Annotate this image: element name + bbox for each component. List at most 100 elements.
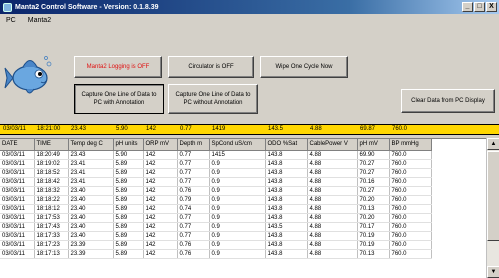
column-header[interactable]: Depth m xyxy=(177,139,210,151)
table-cell: 0.76 xyxy=(177,249,210,259)
table-cell: 4.88 xyxy=(307,159,358,169)
table-cell: 143.8 xyxy=(265,195,308,205)
table-cell: 760.0 xyxy=(389,240,432,250)
column-header[interactable]: DATE xyxy=(0,139,35,151)
menu-manta2[interactable]: Manta2 xyxy=(22,17,57,24)
status-ph: 5.90 xyxy=(116,126,128,132)
table-cell: 143.8 xyxy=(265,150,308,160)
table-row[interactable]: 03/03/11 18:18:12 23.40 5.89 142 0.74 0.9 143.8… xyxy=(0,204,432,214)
status-odo: 143.5 xyxy=(268,126,284,132)
table-cell: 142 xyxy=(143,204,178,214)
app-icon xyxy=(3,2,12,12)
menu-bar: PC Manta2 xyxy=(0,14,499,26)
column-header[interactable]: CablePower V xyxy=(307,139,358,151)
circulator-toggle-button[interactable]: Circulator is OFF xyxy=(168,56,254,78)
table-row[interactable]: 03/03/11 18:17:33 23.40 5.89 142 0.77 0.9 143.8… xyxy=(0,231,432,241)
menu-pc[interactable]: PC xyxy=(0,17,22,24)
table-cell: 23.43 xyxy=(68,150,114,160)
table-cell: 0.9 xyxy=(209,249,266,259)
scroll-down-icon[interactable]: ▼ xyxy=(487,266,499,278)
table-row[interactable]: 03/03/11 18:17:23 23.39 5.89 142 0.76 0.9 143.8… xyxy=(0,240,432,250)
status-cablepower: 4.88 xyxy=(310,126,322,132)
table-cell: 5.89 xyxy=(113,195,144,205)
clear-data-button[interactable]: Clear Data from PC Display xyxy=(401,89,495,113)
table-cell: 69.90 xyxy=(357,150,390,160)
table-cell: 03/03/11 xyxy=(0,150,35,160)
maximize-button[interactable]: □ xyxy=(474,2,485,12)
table-cell: 5.89 xyxy=(113,186,144,196)
column-header[interactable]: pH units xyxy=(113,139,144,151)
table-cell: 03/03/11 xyxy=(0,249,35,259)
table-cell: 18:18:22 xyxy=(34,195,69,205)
table-row[interactable]: 03/03/11 18:17:13 23.39 5.89 142 0.76 0.9 143.8… xyxy=(0,249,432,259)
table-cell: 18:17:13 xyxy=(34,249,69,259)
wipe-cycle-button[interactable]: Wipe One Cycle Now xyxy=(260,56,348,78)
table-cell: 70.27 xyxy=(357,159,390,169)
table-cell: 70.20 xyxy=(357,195,390,205)
table-cell: 4.88 xyxy=(307,240,358,250)
scroll-thumb[interactable] xyxy=(487,151,499,241)
table-cell: 23.41 xyxy=(68,159,114,169)
table-cell: 03/03/11 xyxy=(0,222,35,232)
table-cell: 23.39 xyxy=(68,249,114,259)
table-cell: 70.13 xyxy=(357,204,390,214)
vertical-scrollbar[interactable]: ▲ ▼ xyxy=(486,138,499,278)
table-cell: 760.0 xyxy=(389,150,432,160)
capture-with-annotation-button[interactable]: Capture One Line of Data to PC with Anno… xyxy=(74,84,164,114)
table-cell: 18:17:23 xyxy=(34,240,69,250)
table-cell: 23.41 xyxy=(68,177,114,187)
logging-toggle-button[interactable]: Manta2 Logging is OFF xyxy=(74,56,162,78)
column-header[interactable]: ODO %Sat xyxy=(265,139,308,151)
table-cell: 0.77 xyxy=(177,177,210,187)
table-row[interactable]: 03/03/11 18:18:22 23.40 5.89 142 0.79 0.9 143.8… xyxy=(0,195,432,205)
column-header[interactable]: TIME xyxy=(34,139,69,151)
table-cell: 70.20 xyxy=(357,213,390,223)
table-row[interactable]: 03/03/11 18:18:32 23.40 5.89 142 0.76 0.9 143.8… xyxy=(0,186,432,196)
table-cell: 0.9 xyxy=(209,204,266,214)
table-cell: 142 xyxy=(143,168,178,178)
column-header[interactable]: ORP mV xyxy=(143,139,178,151)
table-row[interactable]: 03/03/11 18:17:53 23.40 5.89 142 0.77 0.9 143.8… xyxy=(0,213,432,223)
table-cell: 70.19 xyxy=(357,231,390,241)
table-cell: 23.40 xyxy=(68,195,114,205)
table-cell: 03/03/11 xyxy=(0,195,35,205)
column-header[interactable]: BP mmHg xyxy=(389,139,432,151)
table-cell: 23.40 xyxy=(68,222,114,232)
table-cell: 0.76 xyxy=(177,240,210,250)
status-date: 03/03/11 xyxy=(3,126,26,132)
table-row[interactable]: 03/03/11 18:17:43 23.40 5.89 142 0.77 0.9 143.5… xyxy=(0,222,432,232)
table-cell: 23.41 xyxy=(68,168,114,178)
close-button[interactable]: X xyxy=(486,2,497,12)
table-cell: 0.9 xyxy=(209,222,266,232)
minimize-button[interactable]: _ xyxy=(462,2,473,12)
column-header[interactable]: pH mV xyxy=(357,139,390,151)
table-cell: 760.0 xyxy=(389,231,432,241)
column-header[interactable]: SpCond uS/cm xyxy=(209,139,266,151)
table-row[interactable]: 03/03/11 18:18:42 23.41 5.89 142 0.77 0.9 143.8… xyxy=(0,177,432,187)
table-cell: 70.16 xyxy=(357,177,390,187)
title-bar: Manta2 Control Software - Version: 0.1.8… xyxy=(0,0,499,14)
scroll-up-icon[interactable]: ▲ xyxy=(487,138,499,150)
table-cell: 70.19 xyxy=(357,240,390,250)
table-cell: 0.77 xyxy=(177,222,210,232)
table-cell: 4.88 xyxy=(307,177,358,187)
data-grid[interactable]: DATE TIME Temp deg C pH units ORP mV Dep… xyxy=(0,138,486,278)
table-cell: 4.88 xyxy=(307,231,358,241)
table-row[interactable]: 03/03/11 18:18:52 23.41 5.89 142 0.77 0.9 143.8… xyxy=(0,168,432,178)
capture-without-annotation-button[interactable]: Capture One Line of Data to PC without A… xyxy=(168,84,258,114)
table-row[interactable]: 03/03/11 18:19:02 23.41 5.89 142 0.77 0.9 143.8… xyxy=(0,159,432,169)
table-cell: 142 xyxy=(143,249,178,259)
column-header[interactable]: Temp deg C xyxy=(68,139,114,151)
table-cell: 142 xyxy=(143,159,178,169)
table-cell: 0.77 xyxy=(177,150,210,160)
table-cell: 1415 xyxy=(209,150,266,160)
table-cell: 142 xyxy=(143,195,178,205)
table-cell: 0.77 xyxy=(177,159,210,169)
table-cell: 18:17:33 xyxy=(34,231,69,241)
table-cell: 4.88 xyxy=(307,150,358,160)
live-status-bar: 03/03/11 18:21:00 23.43 5.90 142 0.77 14… xyxy=(0,124,499,135)
table-cell: 0.9 xyxy=(209,213,266,223)
table-row[interactable]: 03/03/11 18:20:49 23.43 5.90 142 0.77 1415 143.… xyxy=(0,150,432,160)
table-cell: 4.88 xyxy=(307,249,358,259)
table-cell: 18:17:43 xyxy=(34,222,69,232)
